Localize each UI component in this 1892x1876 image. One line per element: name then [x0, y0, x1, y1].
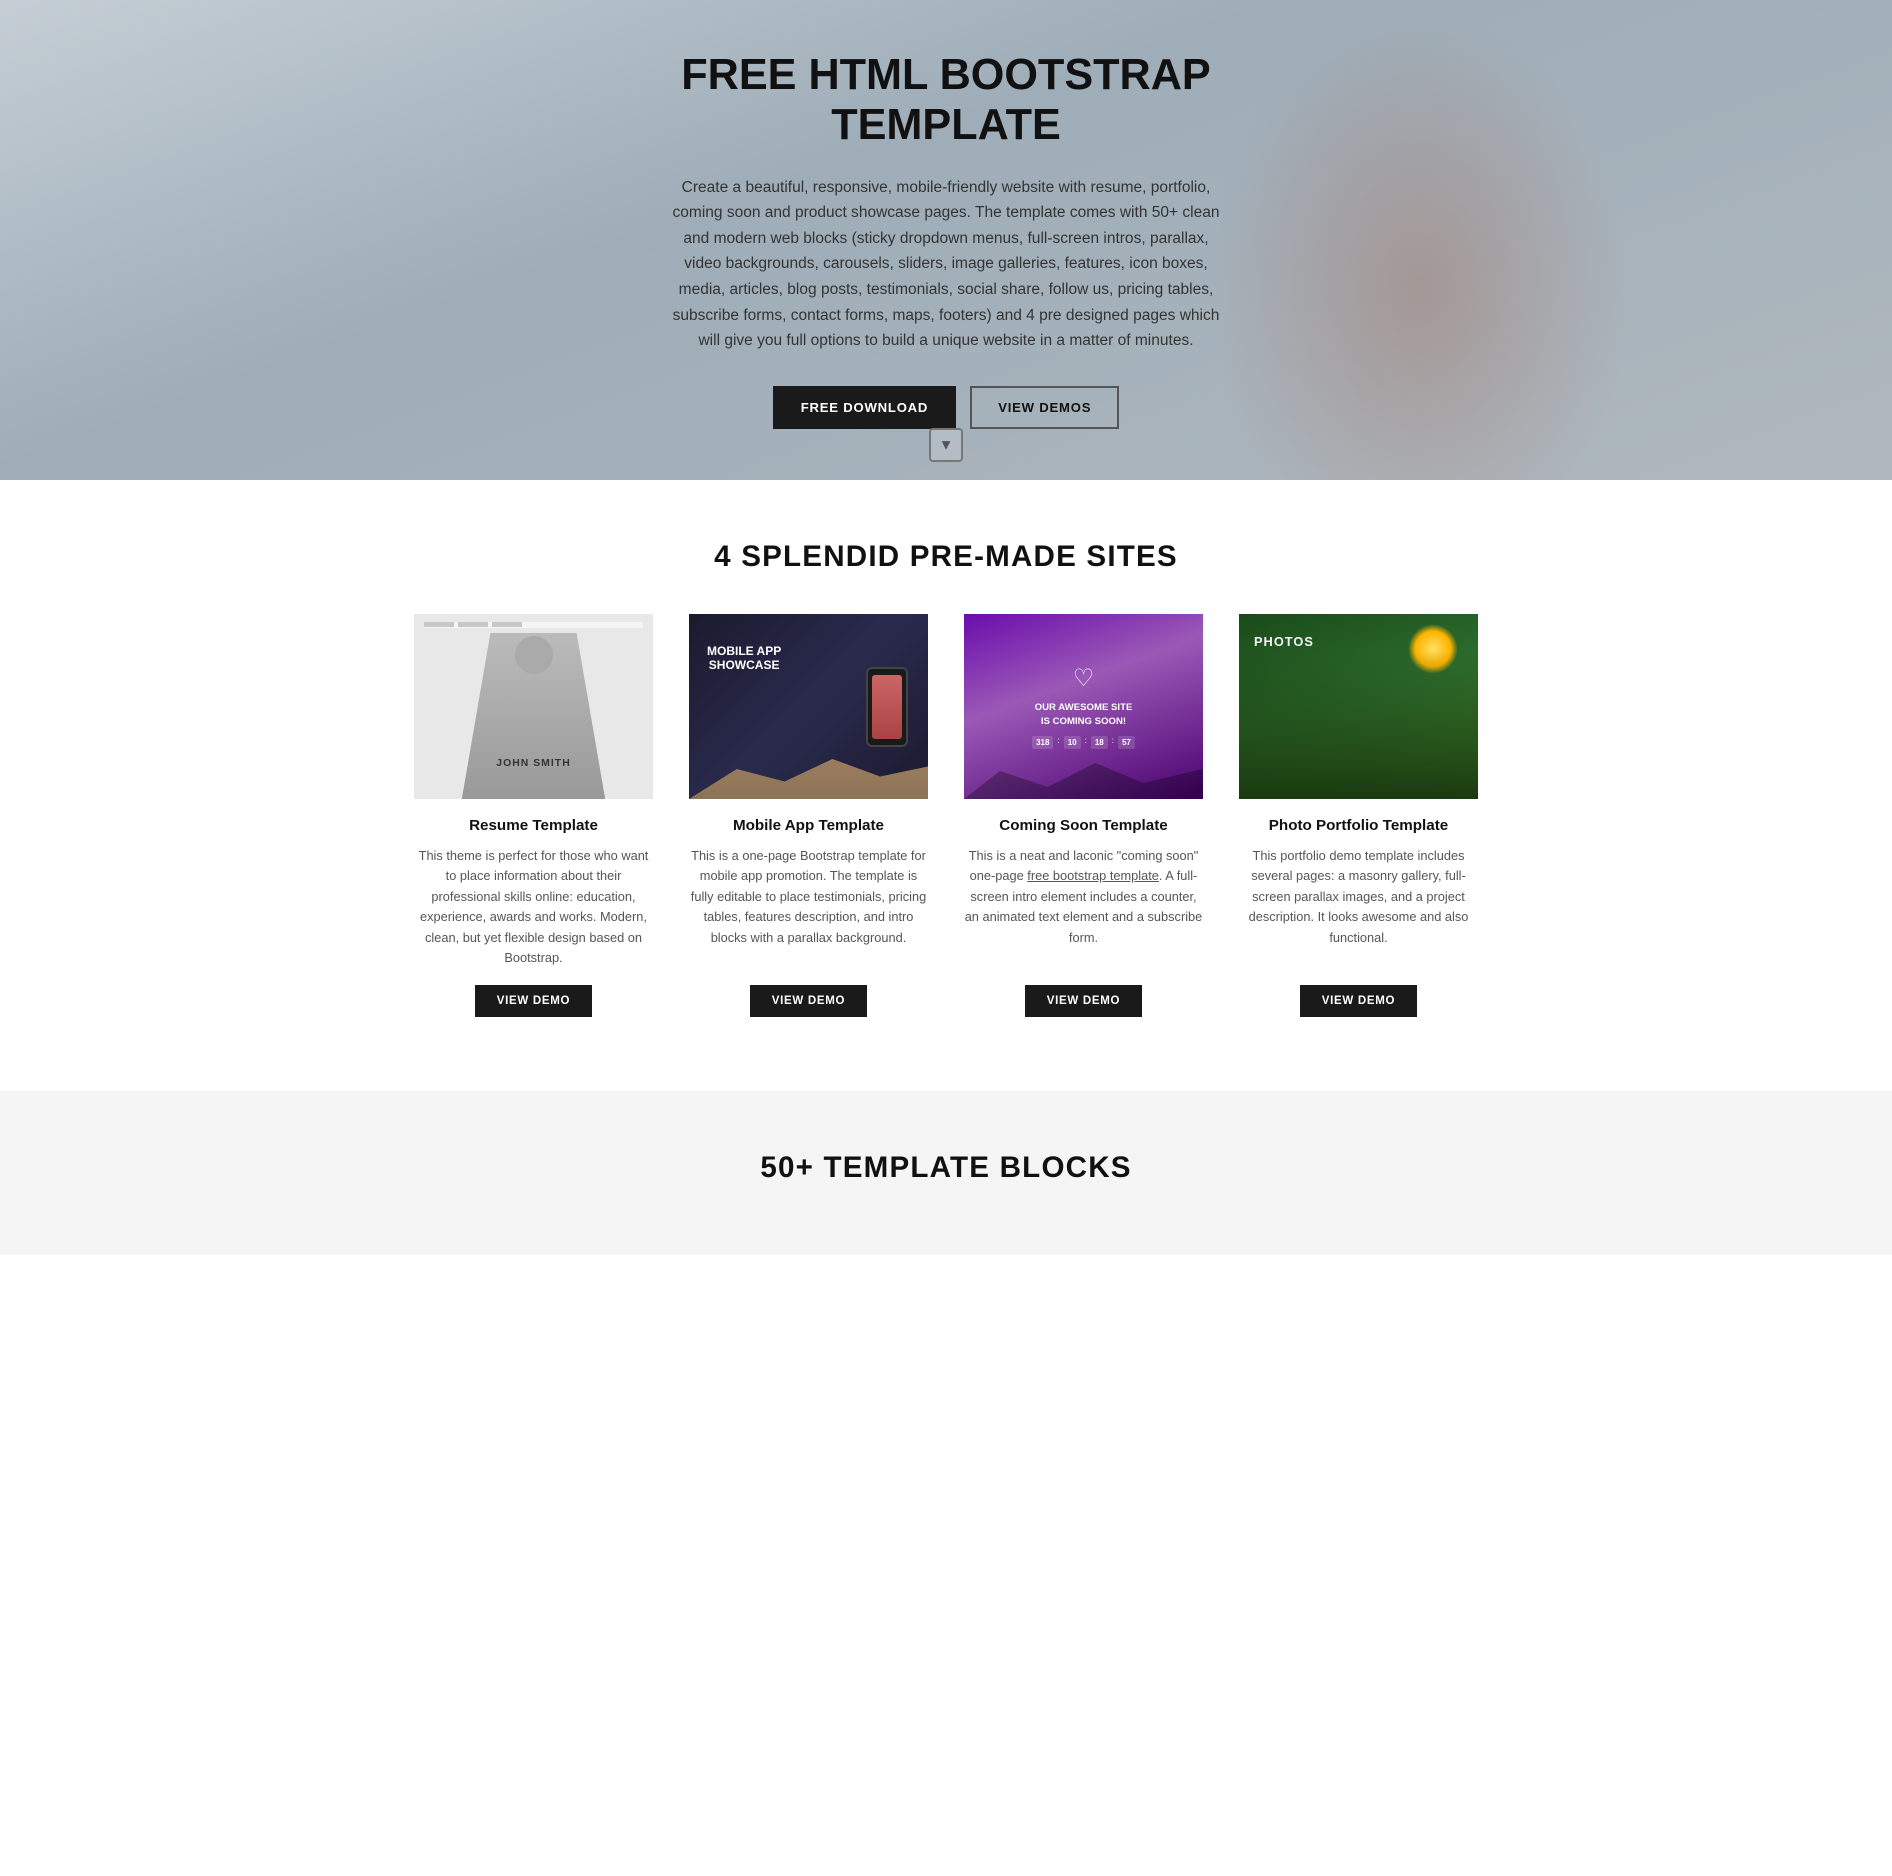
- mobile-thumbnail: MOBILE APPSHOWCASE: [689, 614, 928, 799]
- counter-sec: 57: [1118, 736, 1135, 749]
- premade-section: 4 SPLENDID PRE-MADE SITES JOHN SMITH Res…: [0, 480, 1892, 1091]
- free-template-link[interactable]: free bootstrap template: [1027, 868, 1159, 883]
- nav-item: [424, 622, 454, 627]
- counter-sep3: :: [1112, 736, 1114, 749]
- resume-card-title: Resume Template: [469, 817, 598, 834]
- hero-section: FREE HTML BOOTSTRAP TEMPLATE Create a be…: [0, 0, 1892, 480]
- mobile-card-title: Mobile App Template: [733, 817, 884, 834]
- person-head: [515, 636, 553, 674]
- mobile-card-desc: This is a one-page Bootstrap template fo…: [689, 846, 928, 969]
- hero-buttons: FREE DOWNLOAD VIEW DEMOS: [666, 386, 1226, 429]
- plant-shapes: [1239, 651, 1478, 799]
- blocks-section: 50+ TEMPLATE BLOCKS: [0, 1091, 1892, 1255]
- coming-card-desc: This is a neat and laconic "coming soon"…: [964, 846, 1203, 969]
- hero-content: FREE HTML BOOTSTRAP TEMPLATE Create a be…: [666, 51, 1226, 429]
- phone-screen: [872, 675, 902, 739]
- thumb-mobile-wrap: MOBILE APPSHOWCASE: [689, 614, 928, 799]
- resume-card-desc: This theme is perfect for those who want…: [414, 846, 653, 969]
- photos-text: PHOTOS: [1254, 634, 1314, 649]
- portfolio-card-desc: This portfolio demo template includes se…: [1239, 846, 1478, 969]
- coming-mountain-bg: [964, 759, 1203, 799]
- hero-title: FREE HTML BOOTSTRAP TEMPLATE: [666, 51, 1226, 150]
- nav-item: [492, 622, 522, 627]
- thumb-portfolio-wrap: PHOTOS: [1239, 614, 1478, 799]
- heart-icon: ♡: [1073, 664, 1095, 693]
- card-resume: JOHN SMITH Resume Template This theme is…: [396, 614, 671, 1041]
- person-name: JOHN SMITH: [496, 758, 570, 769]
- resume-nav-bar: [424, 622, 643, 628]
- resume-view-demo-button[interactable]: VIEW DEMO: [475, 985, 592, 1017]
- coming-view-demo-button[interactable]: VIEW DEMO: [1025, 985, 1142, 1017]
- coming-thumbnail: ♡ OUR AWESOME SITEIS COMING SOON! 318 : …: [964, 614, 1203, 799]
- blocks-title: 50+ TEMPLATE BLOCKS: [20, 1151, 1872, 1185]
- counter-hours: 10: [1064, 736, 1081, 749]
- nav-item: [458, 622, 488, 627]
- phone-shape: [866, 667, 908, 747]
- counter-sep2: :: [1085, 736, 1087, 749]
- counter-min: 18: [1091, 736, 1108, 749]
- coming-card-title: Coming Soon Template: [999, 817, 1167, 834]
- scroll-down-button[interactable]: [929, 428, 963, 462]
- portfolio-card-title: Photo Portfolio Template: [1269, 817, 1448, 834]
- counter-days: 318: [1032, 736, 1053, 749]
- hero-description: Create a beautiful, responsive, mobile-f…: [666, 175, 1226, 354]
- portfolio-thumbnail: PHOTOS: [1239, 614, 1478, 799]
- thumb-coming-wrap: ♡ OUR AWESOME SITEIS COMING SOON! 318 : …: [964, 614, 1203, 799]
- portfolio-view-demo-button[interactable]: VIEW DEMO: [1300, 985, 1417, 1017]
- demos-button[interactable]: VIEW DEMOS: [970, 386, 1119, 429]
- counter-sep: :: [1057, 736, 1059, 749]
- card-coming-soon: ♡ OUR AWESOME SITEIS COMING SOON! 318 : …: [946, 614, 1221, 1041]
- card-mobile: MOBILE APPSHOWCASE Mobile App Template T…: [671, 614, 946, 1041]
- download-button[interactable]: FREE DOWNLOAD: [773, 386, 956, 429]
- mobile-showcase-text: MOBILE APPSHOWCASE: [707, 644, 781, 673]
- mobile-view-demo-button[interactable]: VIEW DEMO: [750, 985, 867, 1017]
- card-portfolio: PHOTOS Photo Portfolio Template This por…: [1221, 614, 1496, 1041]
- premade-title: 4 SPLENDID PRE-MADE SITES: [20, 540, 1872, 574]
- counter-row: 318 : 10 : 18 : 57: [1032, 736, 1135, 749]
- coming-text: OUR AWESOME SITEIS COMING SOON!: [1035, 701, 1133, 728]
- thumb-resume: JOHN SMITH: [414, 614, 653, 799]
- resume-thumbnail: JOHN SMITH: [414, 614, 653, 799]
- cards-grid: JOHN SMITH Resume Template This theme is…: [396, 614, 1496, 1041]
